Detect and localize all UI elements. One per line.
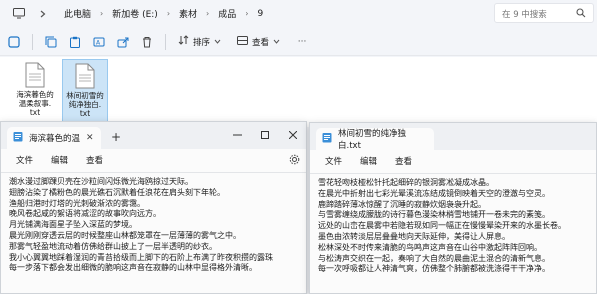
gear-icon[interactable] — [289, 154, 300, 168]
minimize-icon[interactable] — [223, 126, 251, 144]
monitor-icon[interactable] — [10, 5, 28, 23]
text-file-icon — [74, 63, 96, 89]
menu-file[interactable]: 文件 — [316, 155, 351, 167]
text-line: 与雪雾缠绕成朦胧的诗行暮色漫染林梢雪地铺开一卷未完的素笺。 — [318, 210, 550, 220]
menu-bar: 文件 编辑 查看 — [1, 149, 306, 171]
command-bar: A 排序 查看 ··· — [0, 28, 597, 56]
chevron-right-icon: › — [206, 9, 210, 18]
text-line: 每一次呼吸都让人神清气爽，仿佛整个肺腑都被洗涤得干干净净。 — [318, 264, 550, 274]
window-controls — [223, 126, 307, 144]
file-item[interactable]: 海滨暮色的 温柔叙事. txt — [12, 59, 58, 125]
notepad-icon — [322, 132, 332, 146]
tab-title: 林间初雪的纯净独白.txt — [338, 129, 407, 151]
menu-file[interactable]: 文件 — [7, 154, 42, 166]
rename-icon[interactable]: A — [87, 32, 111, 52]
breadcrumb: 此电脑 › 新加卷 (E:) › 素材 › 成品 › 9 — [60, 5, 267, 23]
notepad-window-left: 海滨暮色的温 ✕ + 文件 编辑 查看 潮水漫过脚踝贝壳在沙粒间闪烁微光海鸥掠过… — [0, 121, 307, 294]
text-line: 翅膀沾染了橘粉色的晨光礁石沉默着任浪花在肩头刻下年轮。 — [9, 187, 225, 197]
toolbar-divider — [32, 33, 33, 50]
tab-title: 海滨暮色的温 — [29, 134, 81, 144]
menu-view[interactable]: 查看 — [386, 155, 421, 167]
text-line: 渔船归港时灯塔的光刺破渐浓的雾霭。 — [9, 198, 145, 208]
text-line: 与松涛声交织在一起，奏响了大自然的晨曲泥土混合的清新气息。 — [318, 253, 550, 263]
notepad-icon — [13, 131, 23, 145]
menu-bar: 文件 编辑 查看 — [310, 150, 596, 172]
menu-edit[interactable]: 编辑 — [42, 154, 77, 166]
text-line: 月光铺满海面星子坠入深蓝的梦境。 — [9, 220, 137, 230]
file-name: 海滨暮色的 温柔叙事. txt — [16, 90, 54, 117]
file-item-selected[interactable]: 林间初雪的 纯净独白. txt — [62, 59, 108, 125]
chevron-right-icon — [34, 5, 52, 23]
toolbar-divider — [165, 33, 166, 50]
text-line: 雪花轻吻枝桠松针托起细碎的银洞雾凇凝成冰晶。 — [318, 178, 494, 187]
tab-bar: 海滨暮色的温 ✕ + — [1, 122, 306, 149]
text-line: 每一步落下都会发出细微的脆响这声音在寂静的山林中显得格外清晰。 — [9, 263, 257, 273]
chevron-down-icon — [214, 37, 221, 47]
breadcrumb-item-9[interactable]: 9 — [253, 9, 267, 19]
paste-icon[interactable] — [63, 32, 87, 52]
breadcrumb-item-finished[interactable]: 成品 — [214, 7, 240, 20]
breadcrumb-item-this-pc[interactable]: 此电脑 — [60, 7, 95, 20]
breadcrumb-item-material[interactable]: 素材 — [175, 7, 201, 20]
text-line: 晨光刚刚穿透云层的时候整座山林都笼罩在一层薄薄的雾气之中。 — [9, 230, 241, 240]
sort-label: 排序 — [193, 37, 211, 48]
view-dropdown[interactable]: 查看 — [231, 32, 286, 52]
new-tab-button[interactable]: + — [111, 130, 121, 144]
delete-icon[interactable] — [135, 32, 159, 52]
sort-dropdown[interactable]: 排序 — [172, 32, 227, 52]
copy-icon[interactable] — [39, 32, 63, 52]
text-line: 那雾气轻盈地流动着仿佛给群山披上了一层半透明的纱衣。 — [9, 241, 217, 251]
text-line: 远处的山峦在晨雾中若隐若现如同一幅正在慢慢晕染开来的水墨长卷。 — [318, 221, 566, 231]
more-options-button[interactable]: ··· — [290, 32, 314, 52]
close-tab-icon[interactable]: ✕ — [86, 133, 94, 143]
new-icon[interactable] — [2, 32, 26, 52]
text-file-icon — [24, 62, 46, 88]
tab-active[interactable]: 海滨暮色的温 ✕ — [7, 127, 101, 149]
svg-text:A: A — [96, 39, 101, 46]
text-line: 墨色由浓转淡层层叠叠地向天际延伸，美得让人屏息。 — [318, 231, 510, 241]
view-icon — [237, 35, 249, 48]
menu-edit[interactable]: 编辑 — [351, 155, 386, 167]
text-line: 潮水漫过脚踝贝壳在沙粒间闪烁微光海鸥掠过天际。 — [9, 177, 193, 186]
tab-active[interactable]: 林间初雪的纯净独白.txt — [316, 128, 434, 151]
file-list: 海滨暮色的 温柔叙事. txt 林间初雪的 纯净独白. txt — [0, 57, 597, 127]
file-name: 林间初雪的 纯净独白. txt — [66, 91, 104, 118]
tab-bar: 林间初雪的纯净独白.txt — [310, 123, 596, 151]
address-bar: 此电脑 › 新加卷 (E:) › 素材 › 成品 › 9 在 9 中搜索 — [0, 0, 597, 27]
text-line: 鹿蹄踏碎薄冰惊醒了沉睡的寂静炊烟袅袅升起。 — [318, 199, 486, 209]
text-line: 我小心翼翼地踩着湿润的青苔拾级而上脚下的石阶上布满了昨夜积攒的露珠 — [9, 252, 273, 262]
menu-view[interactable]: 查看 — [77, 154, 112, 166]
chevron-right-icon: › — [166, 9, 171, 18]
view-label: 查看 — [252, 37, 270, 48]
notepad-window-right: 林间初雪的纯净独白.txt 文件 编辑 查看 雪花轻吻枝桠松针托起细碎的银洞雾凇… — [309, 122, 597, 294]
chevron-right-icon: › — [245, 9, 249, 18]
chevron-down-icon — [273, 37, 280, 47]
close-icon[interactable] — [279, 126, 307, 144]
text-line: 晚风卷起咸的絮语将减涩的故事吹向远方。 — [9, 209, 161, 219]
sort-icon — [178, 35, 189, 48]
search-input[interactable]: 在 9 中搜索 — [494, 3, 594, 23]
search-placeholder: 在 9 中搜索 — [502, 10, 547, 20]
text-line: 在晨光中折射出七彩光晕溪流冻结成镜倒映着天空的澄澈与空灵。 — [318, 188, 550, 198]
text-editor[interactable]: 雪花轻吻枝桠松针托起细碎的银洞雾凇凝成冰晶。 在晨光中折射出七彩光晕溪流冻结成镜… — [310, 173, 596, 293]
share-icon[interactable] — [111, 32, 135, 52]
breadcrumb-item-drive[interactable]: 新加卷 (E:) — [108, 7, 162, 20]
text-line: 松林深处不时传来清脆的鸟鸣声这声音在山谷中激起阵阵回响。 — [318, 242, 542, 252]
chevron-right-icon: › — [100, 9, 104, 18]
search-icon — [576, 8, 586, 18]
text-editor[interactable]: 潮水漫过脚踝贝壳在沙粒间闪烁微光海鸥掠过天际。 翅膀沾染了橘粉色的晨光礁石沉默着… — [1, 172, 306, 293]
maximize-icon[interactable] — [251, 126, 279, 144]
